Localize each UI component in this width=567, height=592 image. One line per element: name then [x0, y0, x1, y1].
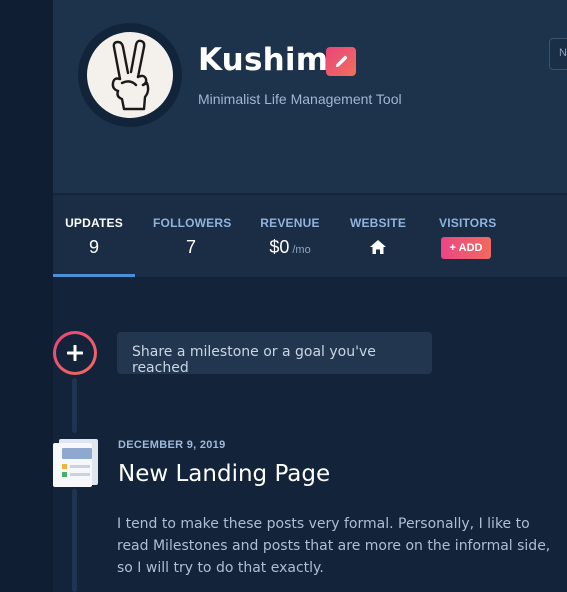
header-corner-button[interactable]: N: [549, 38, 567, 70]
home-icon: [370, 240, 386, 254]
post-body: I tend to make these posts very formal. …: [117, 516, 551, 576]
project-tagline: Minimalist Life Management Tool: [198, 91, 402, 107]
tab-updates-label: UPDATES: [65, 216, 123, 230]
timeline-line: [72, 378, 77, 433]
landing-page-icon: [53, 439, 98, 487]
add-milestone-button[interactable]: [53, 331, 97, 375]
revenue-unit: /mo: [292, 244, 311, 256]
tab-website-label: WEBSITE: [349, 216, 407, 230]
tab-visitors-label: VISITORS: [439, 216, 497, 230]
tab-visitors[interactable]: VISITORS + ADD: [439, 195, 497, 277]
tab-followers-label: FOLLOWERS: [153, 216, 232, 230]
followers-count: 7: [185, 237, 196, 257]
website-link[interactable]: [343, 237, 413, 260]
tab-revenue-label: REVENUE: [260, 216, 320, 230]
victory-hand-icon: [111, 39, 150, 111]
stats-bar: UPDATES 9 FOLLOWERS 7 REVENUE $0/mo WEBS…: [53, 195, 567, 277]
add-visitors-button[interactable]: + ADD: [441, 237, 491, 259]
project-name: Kushim: [198, 42, 329, 78]
project-avatar[interactable]: [87, 32, 173, 118]
pencil-icon: [335, 55, 347, 68]
add-milestone-inner: [56, 334, 94, 372]
post-title[interactable]: New Landing Page: [118, 461, 330, 487]
tab-revenue[interactable]: REVENUE $0/mo: [253, 195, 327, 277]
timeline-line: [72, 489, 77, 592]
left-rail: [0, 0, 53, 592]
tab-followers[interactable]: FOLLOWERS 7: [153, 195, 232, 277]
updates-count: 9: [88, 237, 99, 257]
active-tab-indicator: [53, 274, 135, 277]
tab-website[interactable]: WEBSITE: [343, 195, 413, 277]
revenue-amount: $0: [269, 237, 290, 257]
post-date: DECEMBER 9, 2019: [118, 439, 226, 451]
revenue-value-row: $0/mo: [253, 237, 327, 258]
tab-updates[interactable]: UPDATES 9: [53, 195, 135, 277]
milestone-input[interactable]: Share a milestone or a goal you've reach…: [117, 332, 432, 376]
plus-icon: [67, 345, 83, 361]
edit-project-button[interactable]: [326, 47, 356, 76]
